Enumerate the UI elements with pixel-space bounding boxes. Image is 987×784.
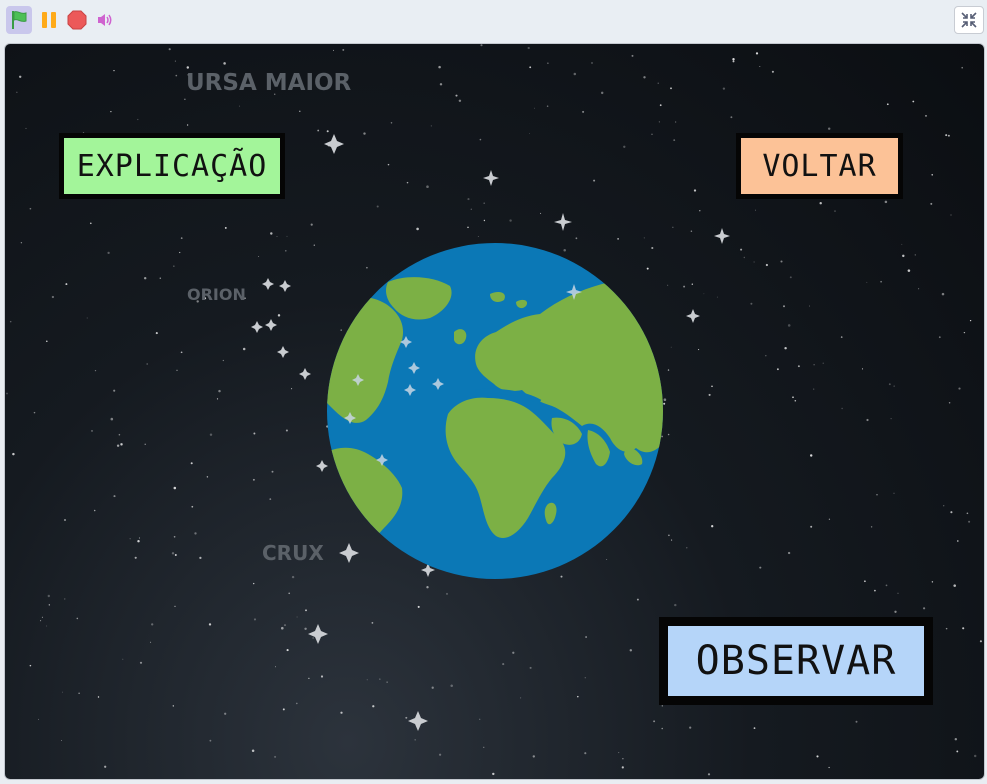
explicacao-button[interactable]: EXPLICAÇÃO [59, 133, 285, 199]
constellation-label-orion: ORION [187, 285, 246, 304]
voltar-button[interactable]: VOLTAR [736, 133, 903, 199]
stage[interactable]: URSA MAIOR ORION CRUX EXPLICAÇÃO VOLTAR … [4, 43, 985, 780]
observar-button[interactable]: OBSERVAR [659, 617, 933, 705]
sound-icon[interactable] [92, 6, 118, 34]
earth-globe[interactable] [326, 242, 664, 580]
constellation-label-ursa-maior: URSA MAIOR [186, 70, 352, 96]
green-flag-icon[interactable] [6, 6, 32, 34]
exit-fullscreen-icon[interactable] [954, 6, 984, 34]
constellation-label-crux: CRUX [262, 541, 324, 565]
stop-icon[interactable] [64, 6, 90, 34]
player-toolbar [0, 0, 987, 42]
pause-icon[interactable] [36, 6, 62, 34]
